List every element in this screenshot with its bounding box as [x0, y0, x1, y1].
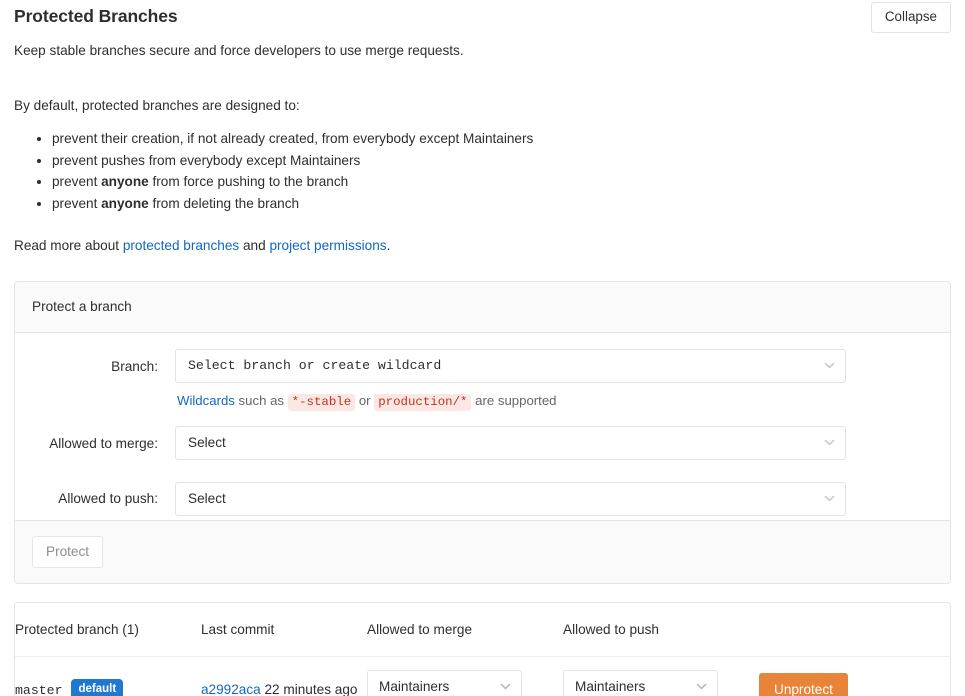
protected-branches-table-panel: Protected branch (1) Last commit Allowed…	[14, 602, 951, 696]
list-item: prevent anyone from force pushing to the…	[52, 171, 951, 193]
chevron-down-icon	[500, 681, 511, 692]
column-allowed-to-push: Allowed to push	[563, 603, 759, 657]
column-protected-branch: Protected branch (1)	[15, 603, 201, 657]
cell-last-commit: a2992aca 22 minutes ago	[201, 657, 367, 696]
collapse-button[interactable]: Collapse	[870, 2, 951, 33]
cell-actions: Unprotect	[759, 657, 950, 696]
protected-branches-page: Protected Branches Keep stable branches …	[0, 0, 965, 696]
intro-lead: By default, protected branches are desig…	[14, 98, 300, 113]
section-header: Protected Branches Keep stable branches …	[14, 0, 951, 61]
read-more-middle: and	[239, 238, 270, 253]
list-item-text-tail: from force pushing to the branch	[148, 174, 349, 189]
read-more-prefix: Read more about	[14, 238, 123, 253]
status-badge: default	[71, 678, 124, 696]
wildcards-help-text-3: are supported	[471, 393, 557, 408]
list-item: prevent pushes from everybody except Mai…	[52, 150, 951, 172]
table-body: master default a2992aca 22 minutes ago Ma…	[15, 657, 950, 696]
protect-a-branch-panel: Protect a branch Branch: Select branch o…	[14, 281, 951, 584]
list-item-text-tail: from deleting the branch	[148, 195, 300, 211]
allowed-to-push-label: Allowed to push:	[58, 491, 158, 506]
list-item-emphasis: anyone	[101, 174, 149, 189]
panel-title: Protect a branch	[15, 282, 950, 333]
branch-name: master	[15, 682, 63, 696]
allowed-to-merge-label: Allowed to merge:	[49, 436, 158, 451]
allowed-to-merge-value: Select	[188, 435, 226, 450]
branch-control: Select branch or create wildcard Wildcar…	[160, 349, 950, 412]
page-subtitle: Keep stable branches secure and force de…	[14, 43, 464, 58]
chevron-down-icon	[824, 360, 835, 371]
allowed-to-merge-control: Select	[160, 426, 950, 460]
branch-select-value: Select branch or create wildcard	[188, 358, 442, 373]
list-item: prevent anyone from deleting the branch	[52, 193, 951, 215]
cell-branch: master default	[15, 657, 201, 696]
chevron-down-icon	[824, 437, 835, 448]
list-item-text: prevent	[52, 195, 102, 211]
allowed-to-merge-select[interactable]: Select	[175, 426, 846, 460]
column-actions	[759, 603, 950, 657]
branch-select[interactable]: Select branch or create wildcard	[175, 349, 846, 383]
wildcards-help-text-2: or	[355, 393, 375, 408]
chevron-down-icon	[696, 681, 707, 692]
cell-allowed-to-merge: Maintainers	[367, 657, 563, 696]
protected-branches-table: Protected branch (1) Last commit Allowed…	[15, 603, 950, 696]
wildcards-help-text-1: such as	[234, 393, 288, 408]
allowed-to-push-value: Select	[188, 491, 226, 506]
branch-form-row: Branch: Select branch or create wildcard…	[15, 349, 950, 412]
commit-timestamp: 22 minutes ago	[260, 682, 358, 696]
wildcard-example-1: *-stable	[287, 394, 356, 411]
wildcards-help: Wildcards such as *-stable or production…	[175, 391, 846, 412]
wildcard-example-2: production/*	[374, 394, 472, 411]
protect-form: Branch: Select branch or create wildcard…	[15, 333, 950, 520]
table-row: master default a2992aca 22 minutes ago Ma…	[15, 657, 950, 696]
list-item: prevent their creation, if not already c…	[52, 128, 951, 150]
table-header-row: Protected branch (1) Last commit Allowed…	[15, 603, 950, 657]
unprotect-button[interactable]: Unprotect	[759, 672, 848, 696]
list-item-text: prevent	[52, 174, 102, 189]
column-allowed-to-merge: Allowed to merge	[367, 603, 563, 657]
list-item-text: prevent pushes from everybody except Mai…	[52, 152, 361, 168]
chevron-down-icon	[824, 493, 835, 504]
page-title: Protected Branches	[14, 6, 178, 26]
row-allowed-to-merge-value: Maintainers	[379, 679, 450, 694]
protect-panel-footer: Protect	[15, 520, 950, 583]
list-item-text: prevent their creation, if not already c…	[52, 131, 534, 146]
wildcards-link[interactable]: Wildcards	[177, 393, 235, 408]
allowed-to-push-control: Select	[160, 482, 950, 516]
table-header: Protected branch (1) Last commit Allowed…	[15, 603, 950, 657]
column-last-commit: Last commit	[201, 603, 367, 657]
read-more-line: Read more about protected branches and p…	[14, 236, 951, 256]
row-allowed-to-merge-select[interactable]: Maintainers	[367, 670, 522, 696]
allowed-to-push-select[interactable]: Select	[175, 482, 846, 516]
row-allowed-to-push-value: Maintainers	[575, 679, 646, 694]
commit-sha-link[interactable]: a2992aca	[201, 682, 261, 696]
project-permissions-link[interactable]: project permissions	[269, 238, 386, 253]
list-item-emphasis: anyone	[101, 195, 149, 211]
protect-button[interactable]: Protect	[32, 536, 104, 568]
row-allowed-to-push-select[interactable]: Maintainers	[563, 670, 718, 696]
designed-to-list: prevent their creation, if not already c…	[14, 128, 951, 214]
allowed-to-push-form-row: Allowed to push: Select	[15, 482, 950, 516]
cell-allowed-to-push: Maintainers	[563, 657, 759, 696]
protected-branches-link[interactable]: protected branches	[123, 238, 239, 253]
allowed-to-merge-form-row: Allowed to merge: Select	[15, 426, 950, 460]
branch-label: Branch:	[111, 359, 158, 374]
read-more-suffix: .	[386, 238, 391, 253]
